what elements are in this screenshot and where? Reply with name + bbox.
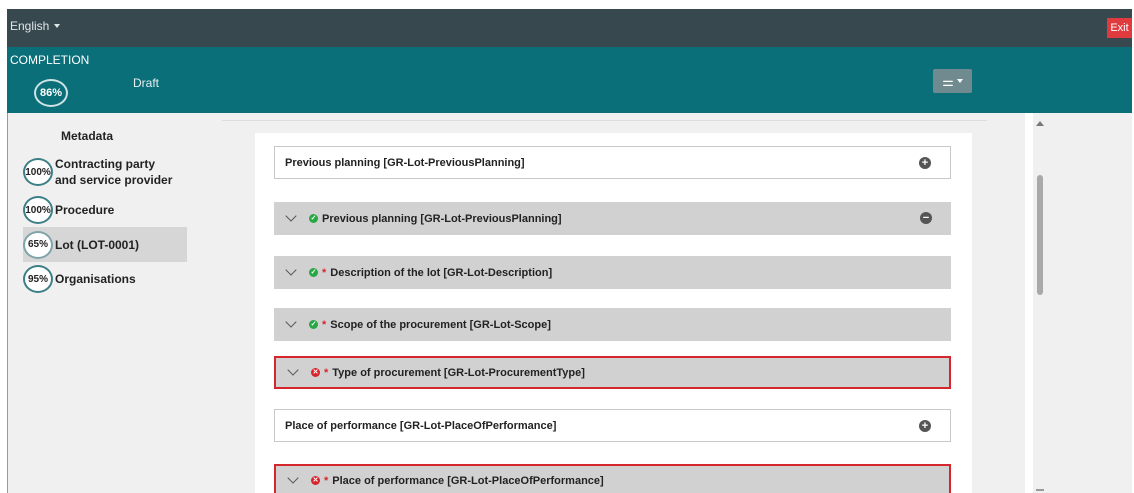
required-marker: * bbox=[322, 266, 327, 279]
progress-ring: 95% bbox=[23, 265, 53, 293]
section-label: Previous planning [GR-Lot-PreviousPlanni… bbox=[322, 212, 562, 225]
chevron-down-icon[interactable] bbox=[285, 316, 297, 328]
section-previous-planning[interactable]: ✓ Previous planning [GR-Lot-PreviousPlan… bbox=[274, 202, 951, 235]
section-label: Place of performance [GR-Lot-PlaceOfPerf… bbox=[332, 474, 604, 487]
sidebar-item-label: Contracting party and service provider bbox=[55, 157, 173, 187]
chevron-down-icon[interactable] bbox=[285, 264, 297, 276]
remove-icon[interactable]: − bbox=[920, 212, 932, 224]
exit-button[interactable]: Exit bbox=[1107, 18, 1132, 38]
section-place-of-performance-add[interactable]: Place of performance [GR-Lot-PlaceOfPerf… bbox=[274, 409, 951, 442]
sliders-icon: ⚌ bbox=[942, 73, 954, 89]
scroll-down-arrow-icon[interactable] bbox=[1036, 489, 1044, 491]
sidebar-item-lot[interactable]: 65% Lot (LOT-0001) bbox=[23, 227, 187, 262]
language-selector[interactable]: English bbox=[10, 19, 61, 33]
app-window: English Exit COMPLETION 86% Draft ⚌ Meta… bbox=[0, 0, 1134, 493]
add-icon[interactable]: + bbox=[919, 157, 931, 169]
check-circle-icon: ✓ bbox=[309, 214, 318, 223]
section-place-of-performance[interactable]: ✕ * Place of performance [GR-Lot-PlaceOf… bbox=[274, 464, 951, 493]
chevron-down-icon[interactable] bbox=[287, 472, 299, 484]
check-circle-icon: ✓ bbox=[309, 268, 318, 277]
caret-down-icon bbox=[956, 79, 963, 83]
sidebar-item-label: Procedure bbox=[55, 203, 115, 217]
progress-ring: 65% bbox=[23, 230, 53, 259]
caret-down-icon bbox=[54, 24, 61, 28]
completion-percent-ring: 86% bbox=[34, 79, 68, 107]
section-label: Description of the lot [GR-Lot-Descripti… bbox=[330, 266, 553, 279]
error-circle-icon: ✕ bbox=[311, 476, 320, 485]
check-circle-icon: ✓ bbox=[309, 320, 318, 329]
required-marker: * bbox=[324, 474, 329, 487]
divider bbox=[222, 120, 987, 121]
section-previous-planning-add[interactable]: Previous planning [GR-Lot-PreviousPlanni… bbox=[274, 146, 951, 179]
required-marker: * bbox=[324, 366, 329, 379]
chevron-down-icon[interactable] bbox=[287, 364, 299, 376]
scroll-up-arrow-icon[interactable] bbox=[1036, 121, 1044, 126]
section-description-of-lot[interactable]: ✓ * Description of the lot [GR-Lot-Descr… bbox=[274, 256, 951, 289]
sidebar: Metadata 100% Contracting party and serv… bbox=[7, 113, 207, 493]
top-bar: English Exit bbox=[7, 9, 1132, 47]
vertical-scrollbar[interactable] bbox=[1033, 113, 1047, 493]
sidebar-title: Metadata bbox=[61, 129, 114, 143]
sidebar-item-procedure[interactable]: 100% Procedure bbox=[23, 196, 187, 224]
sidebar-item-label: Lot (LOT-0001) bbox=[55, 237, 140, 252]
section-label: Previous planning [GR-Lot-PreviousPlanni… bbox=[285, 156, 525, 169]
right-panel bbox=[1047, 113, 1132, 493]
progress-ring: 100% bbox=[23, 196, 53, 224]
section-scope-of-procurement[interactable]: ✓ * Scope of the procurement [GR-Lot-Sco… bbox=[274, 308, 951, 341]
sidebar-item-label: Organisations bbox=[55, 272, 136, 286]
completion-title: COMPLETION bbox=[10, 53, 90, 67]
required-marker: * bbox=[322, 318, 327, 331]
error-circle-icon: ✕ bbox=[311, 368, 320, 377]
progress-ring: 100% bbox=[23, 158, 53, 186]
section-label: Place of performance [GR-Lot-PlaceOfPerf… bbox=[285, 419, 557, 432]
section-type-of-procurement[interactable]: ✕ * Type of procurement [GR-Lot-Procurem… bbox=[274, 356, 951, 389]
scroll-thumb[interactable] bbox=[1037, 175, 1043, 295]
main-content: Previous planning [GR-Lot-PreviousPlanni… bbox=[207, 113, 1025, 493]
completion-bar: COMPLETION 86% Draft ⚌ bbox=[7, 47, 1132, 113]
language-label: English bbox=[10, 19, 50, 33]
sidebar-item-organisations[interactable]: 95% Organisations bbox=[23, 265, 187, 293]
filter-settings-button[interactable]: ⚌ bbox=[933, 69, 972, 93]
section-label: Type of procurement [GR-Lot-ProcurementT… bbox=[332, 366, 585, 379]
add-icon[interactable]: + bbox=[919, 420, 931, 432]
chevron-down-icon[interactable] bbox=[285, 210, 297, 222]
status-label: Draft bbox=[133, 76, 160, 90]
section-label: Scope of the procurement [GR-Lot-Scope] bbox=[330, 318, 551, 331]
sidebar-item-contracting-party[interactable]: 100% Contracting party and service provi… bbox=[23, 156, 187, 188]
